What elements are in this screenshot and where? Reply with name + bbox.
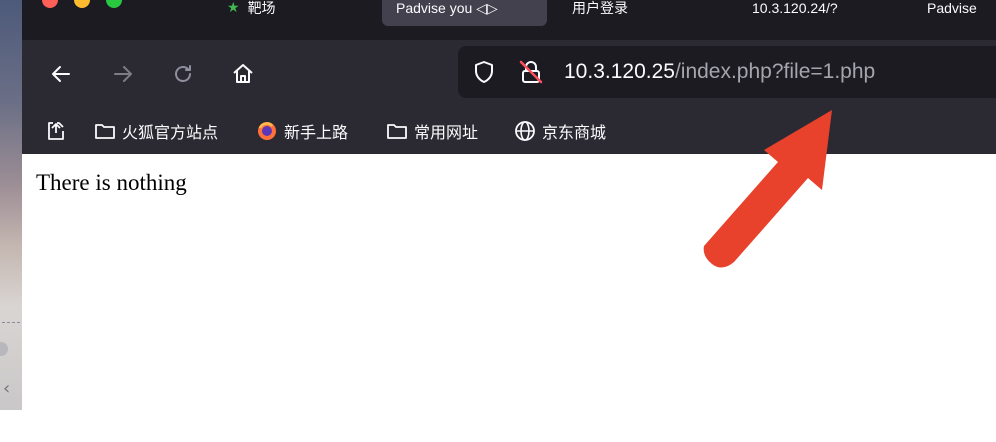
desktop-background-strip: ‹ [0, 0, 22, 410]
browser-window: ★ 靶场 Padvise you ◁▷ 用户登录 10.3.120.24/? P… [22, 0, 996, 442]
desktop-edge-circle [0, 342, 8, 356]
chevron-left-icon[interactable]: ‹ [3, 378, 10, 399]
annotation-arrow-icon [703, 110, 832, 268]
desktop-edge-detail [2, 322, 20, 333]
